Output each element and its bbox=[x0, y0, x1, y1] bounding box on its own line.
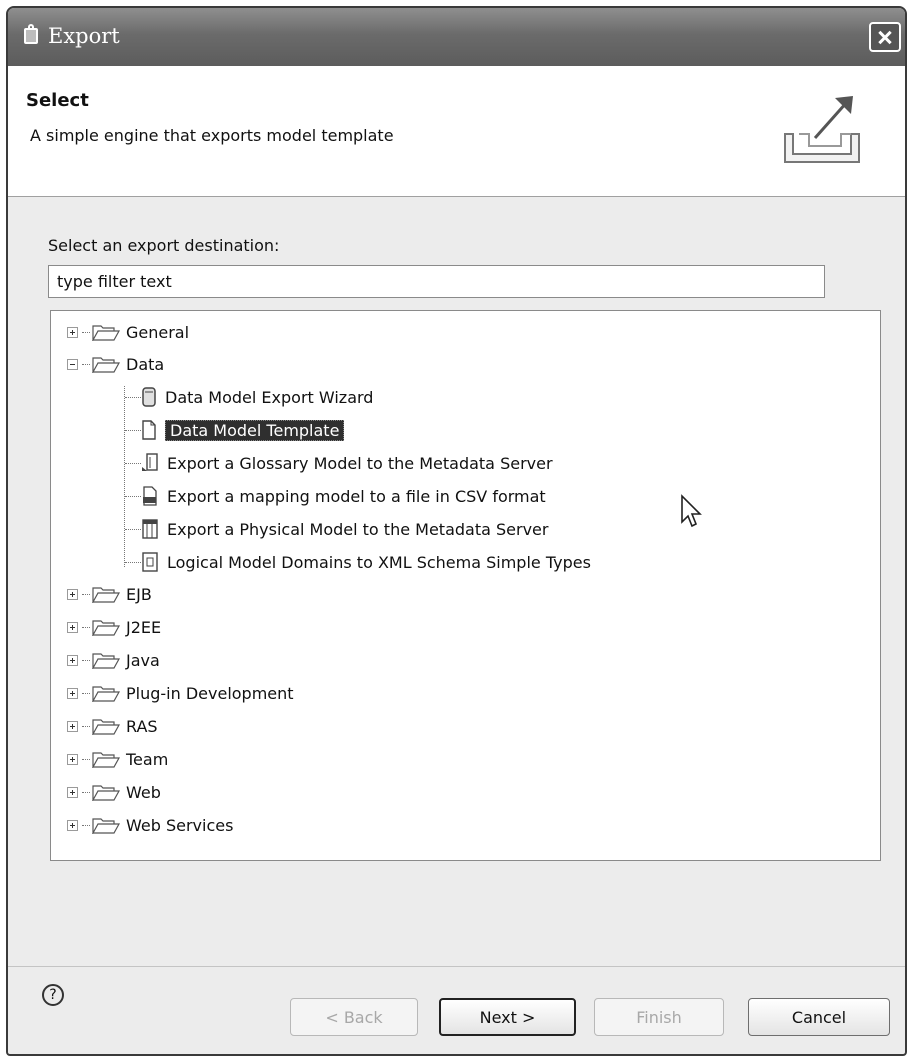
tree-connector bbox=[82, 331, 90, 333]
tree-item-web[interactable]: Web bbox=[67, 779, 161, 805]
wizard-header: Select A simple engine that exports mode… bbox=[8, 66, 905, 197]
tree-item-data-model-template[interactable]: Data Model Template bbox=[125, 417, 345, 443]
tree-item-label: Java bbox=[126, 650, 160, 670]
collapse-icon[interactable] bbox=[67, 358, 78, 370]
tree-connector bbox=[82, 824, 90, 826]
tree-connector bbox=[82, 758, 90, 760]
folder-icon bbox=[92, 653, 120, 669]
tree-item-export-mapping-csv[interactable]: Export a mapping model to a file in CSV … bbox=[125, 483, 546, 509]
tree-connector bbox=[82, 363, 90, 365]
tree-item-label: J2EE bbox=[126, 617, 162, 637]
folder-icon bbox=[92, 818, 120, 834]
tree-connector bbox=[82, 791, 90, 793]
finish-button[interactable]: Finish bbox=[594, 998, 724, 1036]
tree-item-label: Web bbox=[126, 782, 161, 802]
tree-item-java[interactable]: Java bbox=[67, 647, 160, 673]
tree-connector bbox=[82, 626, 90, 628]
page-title: Select bbox=[26, 90, 89, 111]
destination-label: Select an export destination: bbox=[48, 236, 280, 255]
tree-item-logical-model-domains[interactable]: Logical Model Domains to XML Schema Simp… bbox=[125, 549, 591, 575]
expand-icon[interactable] bbox=[67, 687, 78, 699]
tree-item-ras[interactable]: RAS bbox=[67, 713, 158, 739]
expand-icon[interactable] bbox=[67, 588, 78, 600]
tree-item-label: EJB bbox=[126, 584, 152, 604]
tree-item-label: Export a Physical Model to the Metadata … bbox=[167, 519, 549, 539]
tree-connector bbox=[82, 593, 90, 595]
template-document-icon bbox=[142, 420, 156, 440]
tree-connector bbox=[125, 462, 141, 464]
export-banner-icon bbox=[784, 96, 860, 163]
tree-connector bbox=[82, 692, 90, 694]
export-app-icon bbox=[24, 24, 38, 44]
mapping-csv-icon bbox=[143, 486, 157, 506]
expand-icon[interactable] bbox=[67, 326, 78, 338]
page-description: A simple engine that exports model templ… bbox=[30, 126, 394, 145]
folder-icon bbox=[92, 719, 120, 735]
tree-item-label: General bbox=[126, 322, 190, 342]
tree-item-web-services[interactable]: Web Services bbox=[67, 812, 233, 838]
tree-item-label: Plug-in Development bbox=[126, 683, 294, 703]
help-icon[interactable]: ? bbox=[42, 984, 64, 1006]
export-dialog: Export Select A simple engine that expor… bbox=[6, 6, 907, 1056]
folder-open-icon bbox=[92, 357, 120, 373]
tree-item-export-glossary-model[interactable]: Export a Glossary Model to the Metadata … bbox=[125, 450, 553, 476]
tree-item-label: Data bbox=[126, 354, 165, 374]
folder-icon bbox=[92, 587, 120, 603]
tree-item-label: Team bbox=[126, 749, 169, 769]
tree-item-general[interactable]: General bbox=[67, 319, 189, 345]
tree-connector bbox=[82, 725, 90, 727]
expand-icon[interactable] bbox=[67, 654, 78, 666]
tree-item-label: Export a mapping model to a file in CSV … bbox=[167, 486, 546, 506]
tree-connector bbox=[125, 396, 141, 398]
expand-icon[interactable] bbox=[67, 621, 78, 633]
expand-icon[interactable] bbox=[67, 819, 78, 831]
tree-item-data[interactable]: Data bbox=[67, 351, 164, 377]
tree-item-label: Data Model Export Wizard bbox=[165, 387, 374, 407]
tree-item-label: Export a Glossary Model to the Metadata … bbox=[167, 453, 553, 473]
title-bar[interactable]: Export bbox=[8, 8, 905, 66]
tree-item-data-model-export-wizard[interactable]: Data Model Export Wizard bbox=[125, 384, 373, 410]
folder-icon bbox=[92, 620, 120, 636]
expand-icon[interactable] bbox=[67, 720, 78, 732]
tree-connector bbox=[125, 561, 141, 563]
close-button[interactable] bbox=[869, 22, 901, 52]
tree-item-label: RAS bbox=[126, 716, 158, 736]
back-button[interactable]: < Back bbox=[290, 998, 418, 1036]
folder-icon bbox=[92, 325, 120, 341]
tree-item-plugin-development[interactable]: Plug-in Development bbox=[67, 680, 294, 706]
tree-connector bbox=[125, 429, 141, 431]
xml-schema-icon bbox=[142, 552, 158, 572]
destination-tree[interactable]: General Data Data Model Export Wizard Da… bbox=[50, 310, 881, 861]
glossary-export-icon bbox=[142, 453, 158, 471]
folder-icon bbox=[92, 752, 120, 768]
tree-item-j2ee[interactable]: J2EE bbox=[67, 614, 161, 640]
mouse-pointer-icon bbox=[681, 494, 702, 528]
tree-item-label-selected: Data Model Template bbox=[165, 419, 345, 441]
tree-connector bbox=[125, 495, 141, 497]
window-title: Export bbox=[48, 24, 120, 48]
expand-icon[interactable] bbox=[67, 786, 78, 798]
next-button[interactable]: Next > bbox=[439, 998, 576, 1036]
folder-icon bbox=[92, 686, 120, 702]
filter-input[interactable] bbox=[48, 265, 825, 298]
tree-item-label: Logical Model Domains to XML Schema Simp… bbox=[167, 552, 591, 572]
tree-item-ejb[interactable]: EJB bbox=[67, 581, 152, 607]
folder-icon bbox=[92, 785, 120, 801]
tree-connector bbox=[82, 659, 90, 661]
tree-item-label: Web Services bbox=[126, 815, 234, 835]
tree-item-team[interactable]: Team bbox=[67, 746, 168, 772]
tree-connector bbox=[125, 528, 141, 530]
cancel-button[interactable]: Cancel bbox=[748, 998, 890, 1036]
database-icon bbox=[142, 387, 156, 407]
tree-item-export-physical-model[interactable]: Export a Physical Model to the Metadata … bbox=[125, 516, 548, 542]
button-bar-separator bbox=[8, 966, 905, 967]
physical-model-icon bbox=[142, 519, 158, 539]
expand-icon[interactable] bbox=[67, 753, 78, 765]
